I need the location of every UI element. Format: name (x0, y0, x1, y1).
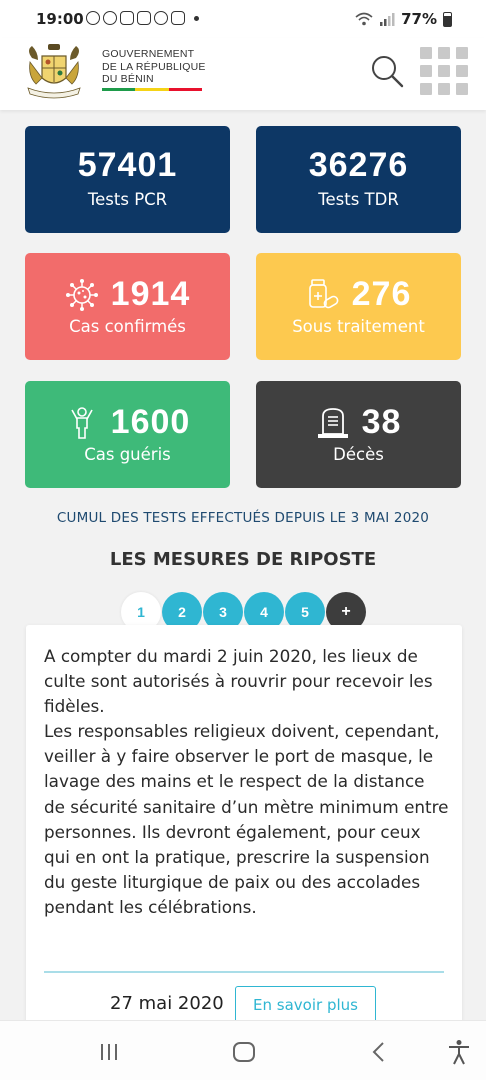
stat-value: 38 (361, 403, 402, 441)
messenger-icon (154, 11, 168, 25)
system-nav-bar (0, 1020, 486, 1080)
signal-icon (380, 13, 395, 26)
status-bar: 19:00 77% (0, 0, 486, 38)
stat-card-tdr: 36276 Tests TDR (256, 126, 461, 233)
stat-label: Tests PCR (87, 190, 168, 209)
whatsapp-icon (86, 11, 100, 25)
measure-text: A compter du mardi 2 juin 2020, les lieu… (44, 644, 449, 920)
measure-card: A compter du mardi 2 juin 2020, les lieu… (26, 625, 462, 1025)
stat-label: Sous traitement (292, 317, 425, 336)
flag-stripe (102, 88, 202, 91)
read-more-button[interactable]: En savoir plus (235, 986, 376, 1024)
more-notifications-icon (194, 16, 199, 21)
stat-label: Cas guéris (84, 445, 171, 464)
measure-paragraph: A compter du mardi 2 juin 2020, les lieu… (44, 646, 433, 717)
stat-card-deaths: 38 Décès (256, 381, 461, 488)
measure-paragraph: Les responsables religieux doivent, cepe… (44, 721, 449, 917)
stat-card-pcr: 57401 Tests PCR (25, 126, 230, 233)
tombstone-icon (317, 407, 348, 438)
gov-line: GOUVERNEMENT (102, 48, 195, 60)
measure-date: 27 mai 2020 (110, 993, 224, 1014)
virus-icon (65, 278, 98, 311)
stat-value: 1914 (110, 275, 191, 313)
status-time: 19:00 (36, 10, 84, 28)
instagram-icon (120, 11, 134, 25)
home-icon[interactable] (231, 1039, 257, 1065)
section-title: LES MESURES DE RIPOSTE (109, 549, 377, 570)
site-header: GOUVERNEMENT DE LA RÉPUBLIQUE DU BÉNIN (0, 38, 486, 110)
person-icon (70, 406, 93, 439)
recent-apps-icon[interactable] (96, 1039, 122, 1065)
back-icon[interactable] (366, 1039, 392, 1065)
battery-percent: 77% (401, 10, 437, 28)
snapchat-icon (103, 11, 117, 25)
battery-icon (443, 11, 452, 27)
search-icon[interactable] (370, 54, 404, 88)
flag-green (102, 88, 136, 91)
stat-label: Décès (333, 445, 384, 464)
benin-coat-of-arms-logo[interactable] (22, 42, 86, 102)
instagram-icon (137, 11, 151, 25)
grid-menu-icon[interactable] (420, 47, 468, 95)
stat-card-treatment: 276 Sous traitement (256, 253, 461, 360)
stat-card-confirmed: 1914 Cas confirmés (25, 253, 230, 360)
stat-label: Tests TDR (318, 190, 399, 209)
stat-value: 36276 (308, 146, 409, 184)
government-title: GOUVERNEMENT DE LA RÉPUBLIQUE DU BÉNIN (102, 48, 206, 86)
divider (44, 971, 444, 973)
stat-label: Cas confirmés (69, 317, 186, 336)
stat-value: 57401 (77, 146, 178, 184)
tests-cumul-note: CUMUL DES TESTS EFFECTUÉS DEPUIS LE 3 MA… (56, 510, 430, 526)
gov-line: DE LA RÉPUBLIQUE (102, 60, 206, 73)
notification-icons (86, 11, 199, 25)
flag-red (168, 88, 202, 91)
gov-line: DU BÉNIN (102, 73, 154, 85)
medicine-icon (308, 278, 339, 308)
wifi-icon (355, 12, 373, 26)
instagram-icon (171, 11, 185, 25)
stat-card-recovered: 1600 Cas guéris (25, 381, 230, 488)
flag-yellow (135, 88, 169, 91)
stat-value: 276 (351, 275, 412, 313)
stat-value: 1600 (110, 403, 191, 441)
accessibility-icon[interactable] (446, 1039, 472, 1065)
